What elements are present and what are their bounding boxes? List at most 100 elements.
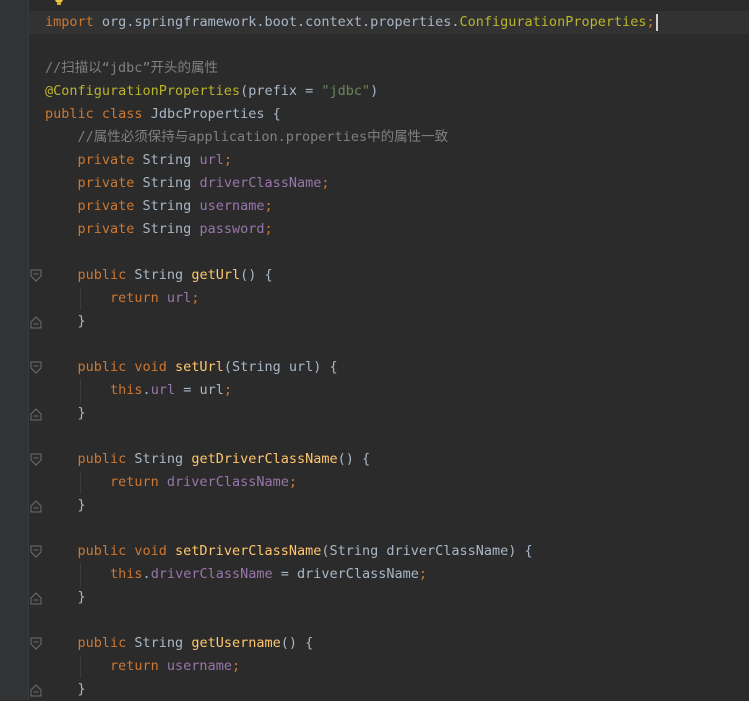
code-token: public	[45, 359, 135, 375]
code-token: ;	[223, 382, 232, 398]
code-line[interactable]: }	[45, 494, 86, 517]
code-token: ConfigurationProperties	[459, 14, 647, 30]
code-token: (prefix =	[240, 83, 322, 99]
code-token: private	[45, 175, 143, 191]
code-token: return	[45, 474, 167, 490]
code-token: ;	[418, 566, 428, 582]
fold-collapse-icon[interactable]	[30, 269, 42, 283]
code-line[interactable]: private String password;	[45, 218, 273, 241]
code-token: driverClassName	[166, 474, 289, 490]
code-token: password	[199, 221, 265, 237]
code-token: String	[142, 221, 200, 237]
fold-end-icon[interactable]	[30, 407, 42, 421]
code-token: getUsername	[191, 635, 281, 651]
fold-end-icon[interactable]	[30, 499, 42, 513]
fold-end-icon[interactable]	[30, 591, 42, 605]
code-token: }	[45, 589, 86, 605]
code-line[interactable]: }	[45, 586, 86, 609]
code-token: return	[45, 290, 167, 306]
code-token: ;	[288, 474, 297, 490]
indent-guide	[80, 287, 81, 310]
code-token: }	[45, 405, 86, 421]
indent-guide	[80, 655, 81, 678]
code-line[interactable]: import org.springframework.boot.context.…	[45, 11, 658, 34]
code-token: JdbcProperties {	[150, 106, 281, 122]
code-token: ;	[646, 14, 655, 30]
code-token: ;	[191, 290, 200, 306]
code-line[interactable]: public String getUrl() {	[45, 264, 273, 287]
code-line[interactable]: public class JdbcProperties {	[45, 103, 281, 126]
code-token: getUrl	[191, 267, 241, 283]
code-line[interactable]: this.url = url;	[45, 379, 232, 402]
code-line[interactable]: //属性必须保持与application.properties中的属性一致	[45, 126, 449, 149]
indent-guide	[80, 379, 81, 402]
code-token: String	[134, 451, 192, 467]
code-editor[interactable]: import org.springframework.boot.context.…	[0, 0, 749, 700]
code-token: }	[45, 497, 86, 513]
fold-collapse-icon[interactable]	[30, 453, 42, 467]
code-token: ;	[321, 175, 330, 191]
code-token: getDriverClassName	[191, 451, 338, 467]
code-token: void	[134, 543, 176, 559]
code-token: public	[45, 543, 135, 559]
fold-collapse-icon[interactable]	[30, 361, 42, 375]
code-token: String	[142, 198, 200, 214]
code-line[interactable]: }	[45, 310, 86, 333]
code-token: public	[45, 635, 135, 651]
code-token: username	[166, 658, 232, 674]
code-line[interactable]: return username;	[45, 655, 240, 678]
code-token: class	[101, 106, 151, 122]
code-token: private	[45, 198, 143, 214]
text-caret	[655, 13, 658, 31]
code-token: String	[134, 267, 192, 283]
code-token: ;	[264, 221, 273, 237]
code-token: )	[370, 83, 379, 99]
code-area[interactable]: import org.springframework.boot.context.…	[29, 0, 749, 700]
code-line[interactable]: public String getDriverClassName() {	[45, 448, 371, 471]
code-token: driverClassName	[150, 566, 273, 582]
code-token: (String url) {	[223, 359, 338, 375]
code-line[interactable]: public String getUsername() {	[45, 632, 314, 655]
code-token: ;	[264, 198, 273, 214]
code-token: String	[134, 635, 192, 651]
code-token: public	[45, 106, 102, 122]
code-token: setDriverClassName	[175, 543, 322, 559]
code-line[interactable]: public void setUrl(String url) {	[45, 356, 338, 379]
code-token: this	[45, 382, 143, 398]
code-token: }	[45, 681, 86, 697]
code-token: public	[45, 451, 135, 467]
code-token: .	[142, 382, 151, 398]
code-token: username	[199, 198, 265, 214]
code-line[interactable]: this.driverClassName = driverClassName;	[45, 563, 427, 586]
code-token: return	[45, 658, 167, 674]
code-token: void	[134, 359, 176, 375]
code-token: = url	[175, 382, 224, 398]
code-token: driverClassName	[199, 175, 322, 191]
code-token: private	[45, 221, 143, 237]
code-token: setUrl	[175, 359, 224, 375]
code-token: @ConfigurationProperties	[45, 83, 241, 99]
code-line[interactable]: private String username;	[45, 195, 273, 218]
indent-guide	[80, 563, 81, 586]
fold-end-icon[interactable]	[30, 683, 42, 697]
code-token: String	[142, 152, 200, 168]
code-token: ;	[223, 152, 232, 168]
code-token: () {	[337, 451, 371, 467]
indent-guide	[80, 471, 81, 494]
code-line[interactable]: public void setDriverClassName(String dr…	[45, 540, 533, 563]
code-line[interactable]: return url;	[45, 287, 199, 310]
code-token: public	[45, 267, 135, 283]
code-line[interactable]: }	[45, 402, 86, 425]
code-line[interactable]: private String driverClassName;	[45, 172, 330, 195]
code-line[interactable]: return driverClassName;	[45, 471, 297, 494]
editor-gutter[interactable]	[0, 0, 28, 700]
code-token: url	[166, 290, 192, 306]
fold-collapse-icon[interactable]	[30, 545, 42, 559]
fold-collapse-icon[interactable]	[30, 637, 42, 651]
code-line[interactable]: }	[45, 678, 86, 701]
code-line[interactable]: @ConfigurationProperties(prefix = "jdbc"…	[45, 80, 378, 103]
fold-end-icon[interactable]	[30, 315, 42, 329]
code-token: (String driverClassName) {	[321, 543, 533, 559]
code-line[interactable]: //扫描以“jdbc”开头的属性	[45, 57, 218, 80]
code-line[interactable]: private String url;	[45, 149, 232, 172]
